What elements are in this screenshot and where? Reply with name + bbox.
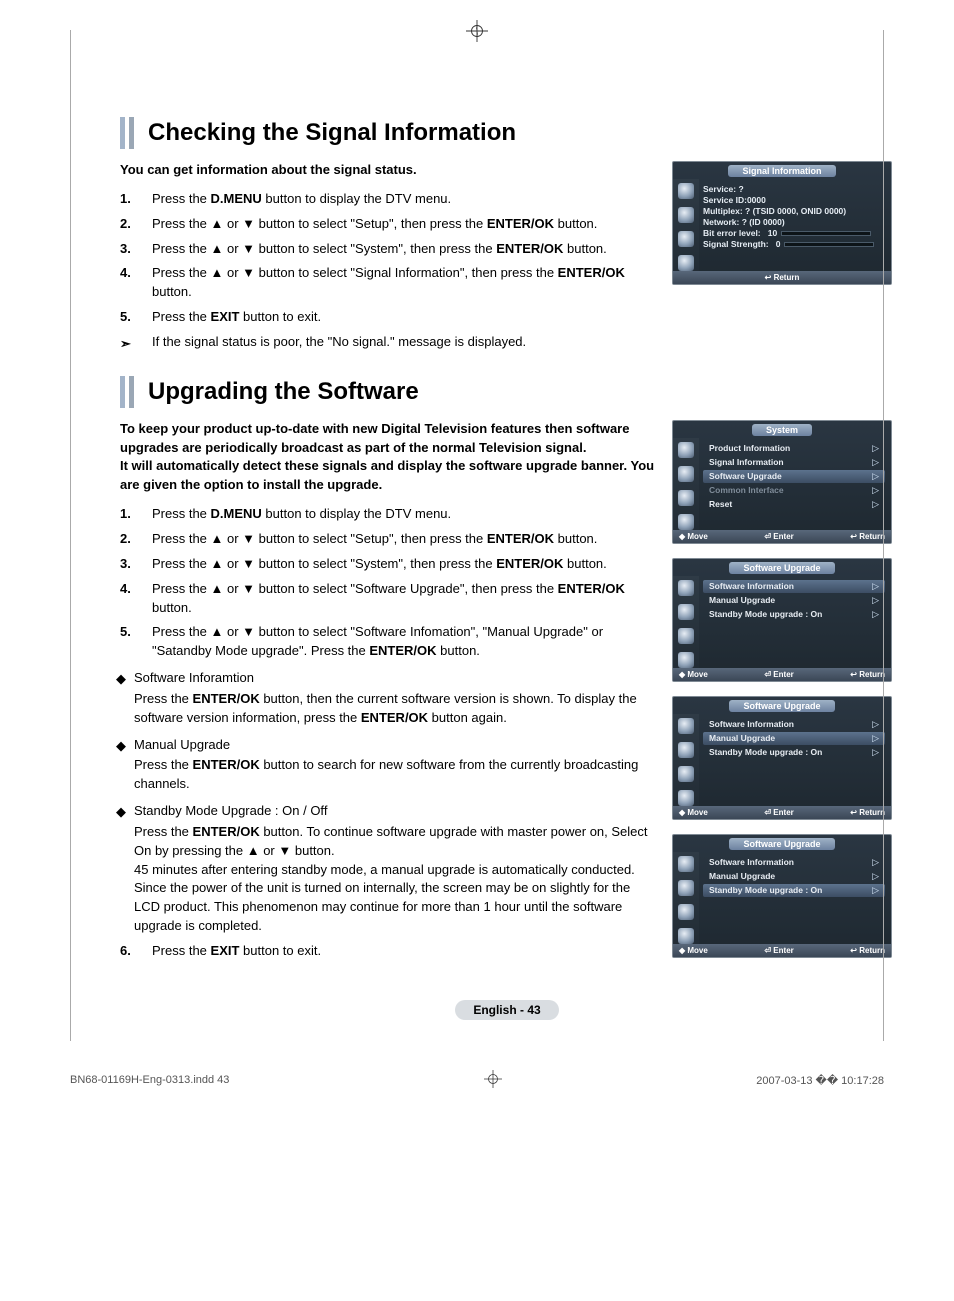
- step: Press the ▲ or ▼ button to select "Signa…: [152, 265, 625, 299]
- footer-filename: BN68-01169H-Eng-0313.indd 43: [70, 1074, 229, 1086]
- diamond-icon: ◆: [116, 803, 126, 822]
- steps-list-1: 1.Press the D.MENU button to display the…: [120, 190, 658, 327]
- step: Press the ▲ or ▼ button to select "Syste…: [152, 241, 607, 256]
- osd-line: Service ID:0000: [703, 195, 885, 205]
- osd-help-bar: ◆ Move⏎ Enter↩ Return: [673, 806, 891, 819]
- step: Press the EXIT button to exit.: [152, 309, 321, 324]
- osd-title: Software Upgrade: [729, 700, 834, 712]
- osd-help-bar: ↩ Return: [673, 271, 891, 284]
- osd-side-icon: [678, 255, 694, 271]
- crop-mark-right: [883, 30, 884, 1041]
- sub-body: Press the ENTER/OK button. To continue s…: [120, 823, 658, 936]
- osd-title: Signal Information: [728, 165, 835, 177]
- osd-menu-item: Common Interface▷: [703, 484, 885, 497]
- step: Press the ▲ or ▼ button to select "Softw…: [152, 581, 625, 615]
- osd-software-upgrade-3: Software Upgrade Software Information▷Ma…: [672, 834, 892, 958]
- osd-software-upgrade-1: Software Upgrade Software Information▷Ma…: [672, 558, 892, 682]
- osd-menu-item: Manual Upgrade▷: [703, 594, 885, 607]
- section-heading-signal: Checking the Signal Information: [120, 117, 894, 149]
- sub-title: Manual Upgrade: [134, 737, 230, 752]
- sub-body: Press the ENTER/OK button, then the curr…: [120, 690, 658, 728]
- osd-signal-info: Signal Information Service: ? Service ID…: [672, 161, 892, 285]
- osd-menu-item: Software Information▷: [703, 718, 885, 731]
- osd-signal-strength: Signal Strength: 0: [703, 239, 885, 249]
- footer-timestamp: 2007-03-13 �� 10:17:28: [756, 1074, 884, 1087]
- sub-body: Press the ENTER/OK button to search for …: [120, 756, 658, 794]
- step: Press the ▲ or ▼ button to select "Setup…: [152, 216, 597, 231]
- osd-side-icon: [678, 183, 694, 199]
- osd-help-bar: ◆ Move⏎ Enter↩ Return: [673, 944, 891, 957]
- sub-title: Standby Mode Upgrade : On / Off: [134, 803, 327, 818]
- step: Press the EXIT button to exit.: [152, 943, 321, 958]
- step: Press the ▲ or ▼ button to select "Setup…: [152, 531, 597, 546]
- osd-menu-item: Software Information▷: [703, 580, 885, 593]
- section-heading-upgrade: Upgrading the Software: [120, 376, 894, 408]
- osd-menu-item: Manual Upgrade▷: [703, 732, 885, 745]
- section-title: Checking the Signal Information: [148, 119, 516, 147]
- osd-menu-item: Standby Mode upgrade : On▷: [703, 746, 885, 759]
- osd-menu-item: Standby Mode upgrade : On▷: [703, 608, 885, 621]
- registration-mark-top: [0, 20, 954, 47]
- crop-mark-left: [70, 30, 71, 1041]
- note-icon: ➣: [120, 335, 131, 354]
- diamond-icon: ◆: [116, 670, 126, 689]
- sub-title: Software Inforamtion: [134, 670, 254, 685]
- step: Press the ▲ or ▼ button to select "Syste…: [152, 556, 607, 571]
- osd-line: Multiplex: ? (TSID 0000, ONID 0000): [703, 206, 885, 216]
- intro-text: To keep your product up-to-date with new…: [120, 420, 658, 495]
- osd-title: Software Upgrade: [729, 838, 834, 850]
- steps-list-2b: 6.Press the EXIT button to exit.: [120, 942, 658, 961]
- registration-mark-bottom: [484, 1070, 502, 1091]
- osd-line: Network: ? (ID 0000): [703, 217, 885, 227]
- osd-menu-item: Software Upgrade▷: [703, 470, 885, 483]
- osd-line: Service: ?: [703, 184, 885, 194]
- intro-text: You can get information about the signal…: [120, 161, 658, 180]
- note-text: If the signal status is poor, the "No si…: [152, 334, 526, 349]
- osd-software-upgrade-2: Software Upgrade Software Information▷Ma…: [672, 696, 892, 820]
- osd-menu-item: Reset▷: [703, 498, 885, 511]
- section-title: Upgrading the Software: [148, 378, 419, 406]
- osd-menu-item: Signal Information▷: [703, 456, 885, 469]
- step: Press the D.MENU button to display the D…: [152, 191, 451, 206]
- osd-system-menu: System Product Information▷Signal Inform…: [672, 420, 892, 544]
- page-number: English - 43: [120, 1000, 894, 1020]
- steps-list-2: 1.Press the D.MENU button to display the…: [120, 505, 658, 661]
- osd-title: System: [752, 424, 812, 436]
- diamond-icon: ◆: [116, 737, 126, 756]
- osd-menu-item: Product Information▷: [703, 442, 885, 455]
- step: Press the ▲ or ▼ button to select "Softw…: [152, 624, 603, 658]
- osd-menu-item: Manual Upgrade▷: [703, 870, 885, 883]
- osd-side-icon: [678, 231, 694, 247]
- osd-title: Software Upgrade: [729, 562, 834, 574]
- step: Press the D.MENU button to display the D…: [152, 506, 451, 521]
- osd-help-bar: ◆ Move⏎ Enter↩ Return: [673, 668, 891, 681]
- osd-bit-error: Bit error level: 10: [703, 228, 885, 238]
- osd-side-icon: [678, 207, 694, 223]
- osd-help-bar: ◆ Move⏎ Enter↩ Return: [673, 530, 891, 543]
- osd-menu-item: Standby Mode upgrade : On▷: [703, 884, 885, 897]
- osd-menu-item: Software Information▷: [703, 856, 885, 869]
